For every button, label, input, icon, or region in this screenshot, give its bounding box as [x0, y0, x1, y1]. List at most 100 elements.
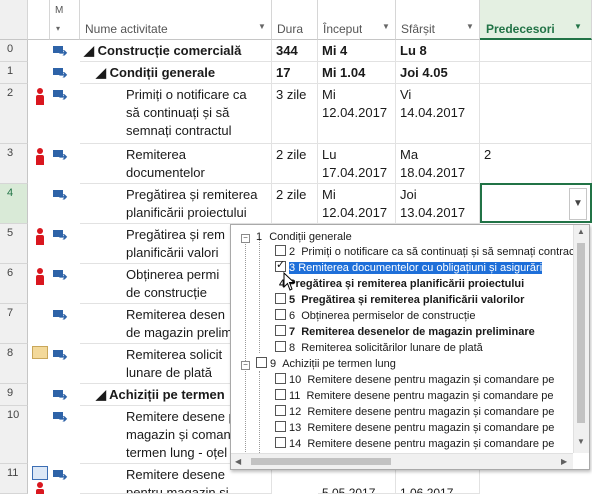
scroll-right-icon[interactable]: ▶	[561, 457, 567, 466]
checkbox[interactable]	[275, 421, 286, 432]
finish-cell[interactable]: Vi 14.04.2017	[396, 84, 480, 144]
checkbox[interactable]	[275, 373, 286, 384]
checkbox-checked[interactable]	[275, 258, 286, 273]
predecessors-cell[interactable]	[480, 62, 592, 84]
predecessors-cell[interactable]	[480, 40, 592, 62]
checkbox[interactable]	[275, 437, 286, 448]
duration-cell[interactable]: 17 zile	[272, 62, 318, 84]
row-number[interactable]: 1	[0, 62, 28, 84]
start-cell[interactable]: Mi 12.04.2017	[318, 84, 396, 144]
tree-item[interactable]: 11 Remitere desene pentru magazin și com…	[275, 389, 554, 404]
row-number[interactable]: 6	[0, 264, 28, 304]
collapse-icon[interactable]: −	[241, 234, 250, 243]
tree-item-id: 6	[289, 310, 296, 322]
checkbox[interactable]	[275, 389, 286, 400]
tree-item[interactable]: 8 Remiterea solicitărilor lunare de plat…	[275, 341, 483, 356]
checkbox[interactable]	[275, 325, 286, 336]
scroll-up-icon[interactable]: ▲	[577, 227, 585, 236]
duration-cell[interactable]: 3 zile	[272, 84, 318, 144]
tree-item[interactable]: 6 Obținerea permiselor de construcție	[275, 309, 475, 324]
tree-item[interactable]: 7 Remiterea desenelor de magazin prelimi…	[275, 325, 535, 340]
tree-item-id: 2	[289, 246, 296, 258]
row-number[interactable]: 5	[0, 224, 28, 264]
checkbox[interactable]	[275, 341, 286, 352]
start-cell[interactable]: Mi 4	[318, 40, 396, 62]
finish-cell[interactable]: Ma 18.04.2017	[396, 144, 480, 184]
tree-item[interactable]: 12 Remitere desene pentru magazin și com…	[275, 405, 554, 420]
checkbox[interactable]	[256, 357, 267, 368]
row-number[interactable]: 11	[0, 464, 28, 494]
task-name-cell[interactable]: ◢ Condiții generale	[80, 62, 272, 84]
row-number[interactable]: 7	[0, 304, 28, 344]
finish-text: Lu 8	[400, 43, 427, 58]
vertical-scrollbar[interactable]: ▲ ▼	[573, 225, 589, 453]
tree-item[interactable]: 13 Remitere desene pentru magazin și com…	[275, 421, 554, 436]
predecessor-picker[interactable]: − 1 Condiții generale 2 Primiți o notifi…	[230, 224, 590, 470]
row-number[interactable]: 10	[0, 406, 28, 464]
finish-cell[interactable]: Joi 13.04.2017	[396, 184, 480, 224]
header-start[interactable]: Început ▼	[318, 0, 396, 40]
tree-item[interactable]: 4 Pregătirea și remiterea planificării p…	[279, 277, 524, 292]
scroll-thumb[interactable]	[251, 458, 391, 465]
tree-item[interactable]: 2 Primiți o notificare ca să continuați …	[275, 245, 586, 260]
tree-item[interactable]: 5 Pregătirea și remiterea planificării v…	[275, 293, 524, 308]
select-all-corner[interactable]	[0, 0, 28, 40]
duration-text: 3 zile	[276, 87, 307, 102]
duration-cell[interactable]: 2 zile	[272, 184, 318, 224]
tree-item[interactable]: 9 Achiziții pe termen lung	[256, 357, 396, 372]
header-task-mode[interactable]: M ▾	[50, 0, 80, 40]
finish-cell[interactable]: Joi 4.05	[396, 62, 480, 84]
predecessors-edit-cell[interactable]: ▼	[480, 183, 592, 223]
tree-item[interactable]: 1 Condiții generale	[256, 230, 352, 245]
tree-item[interactable]: 14 Remitere desene pentru magazin și com…	[275, 437, 554, 452]
scroll-left-icon[interactable]: ◀	[235, 457, 241, 466]
tree-item-label: Remitere desene pentru magazin și comand…	[307, 374, 555, 386]
row-number[interactable]: 9	[0, 384, 28, 406]
finish-cell[interactable]: Lu 8	[396, 40, 480, 62]
start-cell[interactable]: Mi 12.04.2017	[318, 184, 396, 224]
header-duration[interactable]: Dura	[272, 0, 318, 40]
row-number[interactable]: 8	[0, 344, 28, 384]
header-info[interactable]: i	[28, 0, 75, 40]
header-finish[interactable]: Sfârșit ▼	[396, 0, 480, 40]
header-task-name[interactable]: Nume activitate ▼	[80, 0, 272, 40]
header-predecessors[interactable]: Predecesori ▼	[480, 0, 592, 40]
note-icon	[32, 346, 48, 359]
checkbox[interactable]	[275, 405, 286, 416]
tree-item-label: Pregătirea și remiterea planificării val…	[301, 294, 525, 306]
tree-item-id: 14	[289, 438, 302, 450]
collapse-icon[interactable]: −	[241, 361, 250, 370]
predecessors-cell[interactable]	[480, 84, 592, 144]
tree-item-highlight: 3 Remiterea documentelor cu obligațiuni …	[287, 261, 544, 275]
chevron-down-icon: ▼	[466, 22, 474, 31]
start-cell[interactable]: Mi 1.04	[318, 62, 396, 84]
scroll-thumb[interactable]	[577, 243, 585, 423]
tree-item-selected[interactable]: 3 Remiterea documentelor cu obligațiuni …	[275, 258, 544, 276]
scroll-down-icon[interactable]: ▼	[577, 437, 585, 446]
row-number[interactable]: 2	[0, 84, 28, 144]
tree-item-id: 9	[270, 358, 277, 370]
row-number-label: 8	[7, 347, 14, 359]
checkbox[interactable]	[275, 309, 286, 320]
start-cell[interactable]: Lu 17.04.2017	[318, 144, 396, 184]
task-mode-icon: ➔	[53, 190, 67, 203]
checkbox[interactable]	[275, 245, 286, 256]
row-number[interactable]: 4	[0, 184, 28, 224]
task-mode-icon: ➔	[53, 310, 67, 323]
predecessors-cell[interactable]: 2	[480, 144, 592, 184]
horizontal-scrollbar[interactable]: ◀ ▶	[231, 453, 573, 469]
duration-cell[interactable]: 2 zile	[272, 144, 318, 184]
tree-item[interactable]: 10 Remitere desene pentru magazin și com…	[275, 373, 554, 388]
row-number-label: 0	[7, 43, 14, 55]
task-name-cell[interactable]: Pregătirea și remiterea planificării pro…	[80, 184, 272, 224]
tree-item-label: Remiterea solicitărilor lunare de plată	[301, 342, 483, 354]
row-number[interactable]: 0	[0, 40, 28, 62]
row-number[interactable]: 3	[0, 144, 28, 184]
dropdown-arrow-icon[interactable]: ▼	[569, 188, 587, 220]
checkbox[interactable]	[275, 293, 286, 304]
task-name-cell[interactable]: Primiți o notificare ca să continuați și…	[80, 84, 272, 144]
duration-cell[interactable]: 344 de	[272, 40, 318, 62]
task-name-cell[interactable]: ◢ Construcție comercială	[80, 40, 272, 62]
task-name-cell[interactable]: Remiterea documentelor cu obligațiuni și…	[80, 144, 272, 184]
tree-item-label: Remitere desene pentru magazin și comand…	[307, 406, 555, 418]
